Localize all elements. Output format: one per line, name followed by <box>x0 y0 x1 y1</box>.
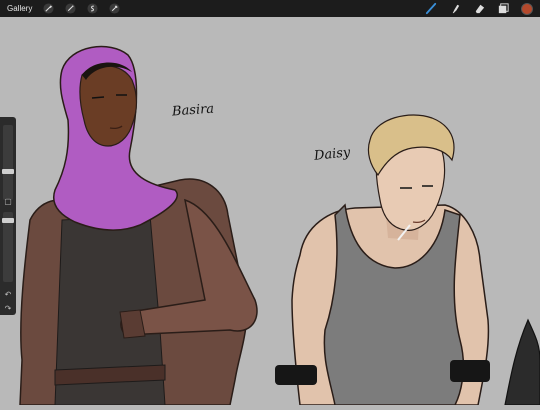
smudge-icon[interactable] <box>448 2 462 16</box>
top-toolbar: Gallery <box>0 0 540 17</box>
gallery-button[interactable]: Gallery <box>7 4 32 13</box>
basira-label: Basira <box>171 101 215 120</box>
artwork-illustration <box>19 45 540 406</box>
color-picker-button[interactable] <box>520 2 534 16</box>
undo-button[interactable]: ↶ <box>3 289 13 299</box>
active-color-swatch <box>521 2 533 15</box>
left-sidebar: ▢ ↶ ↷ <box>0 117 16 315</box>
modify-button[interactable]: ▢ <box>3 196 13 206</box>
daisy-figure <box>275 114 490 406</box>
wrench-icon[interactable] <box>40 2 56 16</box>
layers-icon[interactable] <box>496 2 510 16</box>
eraser-icon[interactable] <box>472 2 486 16</box>
right-toolbar <box>424 0 534 17</box>
opacity-knob[interactable] <box>2 218 14 223</box>
brush-icon[interactable] <box>424 2 438 16</box>
brush-size-slider[interactable] <box>3 125 13 200</box>
transform-icon[interactable] <box>106 2 122 16</box>
selection-icon[interactable] <box>84 2 100 16</box>
drawing-canvas[interactable]: Basira Daisy <box>0 17 540 406</box>
brush-size-knob[interactable] <box>2 169 14 174</box>
redo-button[interactable]: ↷ <box>3 303 13 313</box>
magic-wand-icon[interactable] <box>62 2 78 16</box>
edge-figure <box>504 318 540 406</box>
basira-figure <box>19 45 258 406</box>
